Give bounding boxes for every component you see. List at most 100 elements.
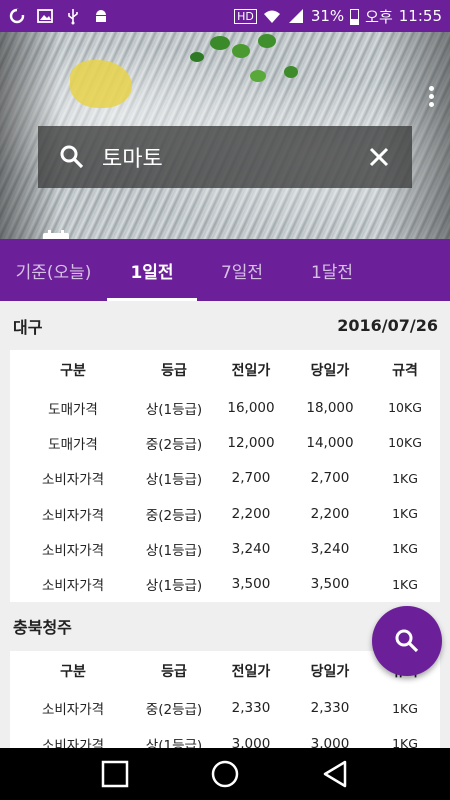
cell-today-price: 2,200	[310, 505, 350, 522]
cell-grade: 상(1등급)	[145, 737, 203, 748]
cell-prev-price: 2,700	[231, 470, 271, 487]
table-row[interactable]: 소비자가격 상(1등급) 2,700 2,700 1KG	[10, 461, 440, 496]
tab-7-days-ago[interactable]: 7일전	[197, 239, 287, 301]
hd-badge: HD	[234, 8, 257, 24]
cell-today-price: 3,500	[310, 576, 350, 593]
fab-search-icon	[395, 629, 419, 653]
cell-category: 도매가격	[48, 436, 98, 453]
cell-grade: 상(1등급)	[145, 401, 203, 418]
more-vert-icon[interactable]	[428, 86, 436, 110]
battery-percent: 31%	[310, 7, 345, 25]
nav-recents-icon	[101, 760, 129, 788]
status-bar: HD 31% 오후 11:55	[0, 0, 450, 32]
nav-back-button[interactable]	[315, 754, 355, 794]
region-name: 대구	[13, 317, 43, 337]
price-table: 구분 등급 전일가 당일가 규격 소비자가격 중(2등급) 2,330 2,33…	[10, 650, 440, 748]
tab-today[interactable]: 기준(오늘)	[0, 239, 107, 301]
nav-home-icon	[211, 760, 239, 788]
cell-unit: 1KG	[392, 506, 418, 522]
image-notification-icon	[37, 9, 53, 23]
cell-category: 소비자가격	[41, 702, 105, 719]
table-header-row: 구분 등급 전일가 당일가 규격	[10, 350, 440, 390]
price-table: 구분 등급 전일가 당일가 규격 도매가격 상(1등급) 16,000 18,0…	[10, 350, 440, 602]
cell-prev-price: 2,330	[231, 700, 271, 717]
cell-prev-price: 3,240	[231, 540, 271, 557]
cell-category: 소비자가격	[41, 737, 105, 748]
app-screen: HD 31% 오후 11:55 토마토 기준(오늘) 1일전 7일전 1달전 대…	[0, 0, 450, 800]
cell-category: 소비자가격	[41, 472, 105, 489]
table-row[interactable]: 소비자가격 중(2등급) 2,200 2,200 1KG	[10, 496, 440, 531]
status-notifications	[8, 7, 110, 25]
cell-category: 소비자가격	[41, 542, 105, 559]
cell-prev-price: 16,000	[227, 399, 275, 416]
cell-grade: 상(1등급)	[145, 472, 203, 489]
table-row[interactable]: 소비자가격 상(1등급) 3,000 3,000 1KG	[10, 726, 440, 748]
header-unit: 규격	[392, 363, 418, 379]
cell-prev-price: 3,500	[231, 576, 271, 593]
header-category: 구분	[60, 363, 86, 379]
android-icon	[96, 10, 106, 22]
region-date: 2016/07/26	[337, 316, 438, 335]
cell-grade: 중(2등급)	[145, 507, 203, 524]
nav-recents-button[interactable]	[95, 754, 135, 794]
tab-1-month-ago[interactable]: 1달전	[287, 239, 377, 301]
header-today-price: 당일가	[310, 363, 350, 379]
cell-grade: 중(2등급)	[145, 436, 203, 453]
header-prev-price: 전일가	[231, 663, 271, 680]
nav-home-button[interactable]	[205, 754, 245, 794]
app-notification-icon	[9, 8, 25, 24]
header-grade: 등급	[161, 663, 187, 680]
calendar-icon[interactable]	[40, 228, 72, 239]
time-ampm: 오후	[365, 7, 393, 26]
region-name: 충북청주	[13, 618, 72, 638]
wifi-icon	[263, 10, 280, 23]
cell-today-price: 2,700	[310, 470, 350, 487]
search-input[interactable]: 토마토	[102, 141, 366, 173]
table-row[interactable]: 소비자가격 중(2등급) 2,330 2,330 1KG	[10, 691, 440, 726]
search-bar[interactable]: 토마토	[38, 126, 412, 188]
cell-category: 소비자가격	[41, 507, 105, 524]
nav-back-icon	[323, 760, 347, 788]
search-icon	[60, 145, 84, 169]
cell-today-price: 2,330	[310, 700, 350, 717]
system-nav-bar	[0, 748, 450, 800]
cell-prev-price: 3,000	[231, 735, 271, 748]
cell-today-price: 18,000	[306, 399, 354, 416]
close-icon[interactable]	[366, 144, 392, 170]
garnish-ginger	[70, 60, 132, 108]
cell-unit: 1KG	[392, 736, 418, 748]
cell-unit: 1KG	[392, 541, 418, 557]
cell-unit: 1KG	[392, 700, 418, 716]
cell-prev-price: 12,000	[227, 434, 275, 451]
cell-grade: 상(1등급)	[145, 542, 203, 559]
battery-icon	[350, 8, 360, 25]
region-header: 대구 2016/07/26	[0, 301, 450, 350]
cell-grade: 상(1등급)	[145, 578, 203, 595]
table-row[interactable]: 도매가격 상(1등급) 16,000 18,000 10KG	[10, 390, 440, 425]
usb-icon	[68, 9, 78, 25]
cell-unit: 1KG	[392, 576, 418, 592]
cell-category: 소비자가격	[41, 578, 105, 595]
cell-category: 도매가격	[48, 401, 98, 418]
fab-search-button[interactable]	[372, 606, 442, 676]
tab-1-day-ago[interactable]: 1일전	[107, 239, 197, 301]
cell-prev-price: 2,200	[231, 505, 271, 522]
cell-unit: 1KG	[392, 470, 418, 486]
table-row[interactable]: 소비자가격 상(1등급) 3,500 3,500 1KG	[10, 566, 440, 601]
cell-unit: 10KG	[388, 400, 422, 416]
header-category: 구분	[60, 663, 86, 680]
cell-today-price: 3,240	[310, 540, 350, 557]
time: 11:55	[398, 7, 442, 25]
cell-today-price: 3,000	[310, 735, 350, 748]
cell-today-price: 14,000	[306, 434, 354, 451]
date-tabs: 기준(오늘) 1일전 7일전 1달전	[0, 239, 450, 301]
hero-image: 토마토	[0, 32, 450, 239]
cell-unit: 10KG	[388, 435, 422, 451]
cell-grade: 중(2등급)	[145, 702, 203, 719]
header-grade: 등급	[161, 363, 187, 379]
header-today-price: 당일가	[310, 663, 350, 680]
status-system: HD 31% 오후 11:55	[234, 6, 442, 27]
table-row[interactable]: 도매가격 중(2등급) 12,000 14,000 10KG	[10, 425, 440, 460]
price-list[interactable]: 대구 2016/07/26 구분 등급 전일가 당일가 규격 도매가격 상(1등…	[0, 301, 450, 748]
table-row[interactable]: 소비자가격 상(1등급) 3,240 3,240 1KG	[10, 531, 440, 566]
